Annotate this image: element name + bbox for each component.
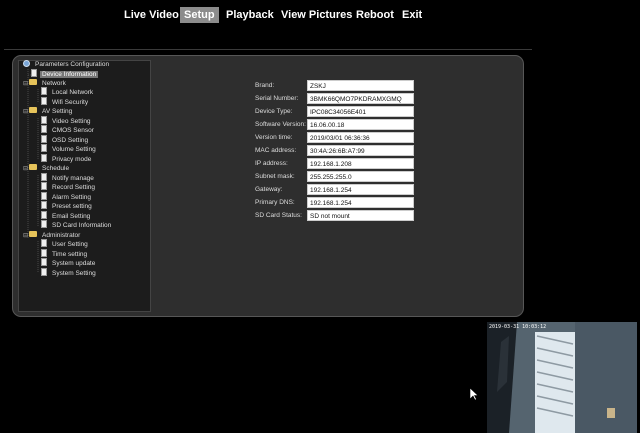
page-icon [41,192,47,201]
page-icon [41,239,47,248]
page-icon [41,154,47,163]
page-icon [41,144,47,153]
tree-folder-av-setting[interactable]: ⊟ AV Setting [23,107,74,117]
page-icon [41,97,47,106]
subnet-mask-field: 255.255.255.0 [307,171,414,182]
mouse-cursor-icon [470,388,479,401]
primary-dns-field: 192.168.1.254 [307,197,414,208]
page-icon [41,211,47,220]
nav-exit[interactable]: Exit [398,7,426,23]
info-label: SD Card Status: [255,212,302,219]
info-label: Device Type: [255,108,293,115]
header-divider [4,49,532,50]
info-label: Software Version: [255,121,306,128]
page-icon [41,249,47,258]
software-version-field: 16.06.00.18 [307,119,414,130]
tree-item-system-update[interactable]: System update [41,258,97,269]
tree-item-user-setting[interactable]: User Setting [41,239,90,250]
nav-view-pictures[interactable]: View Pictures [277,7,356,23]
page-icon [41,201,47,210]
info-label: IP address: [255,160,288,167]
page-icon [31,69,37,78]
tree-item-cmos-sensor[interactable]: CMOS Sensor [41,125,96,136]
folder-icon [29,79,37,86]
preview-timestamp: 2019-03-31 10:03:12 [489,324,547,330]
device-type-field: IPC08C34056E401 [307,106,414,117]
top-navigation: Live Video Setup Playback View Pictures … [0,0,640,30]
camera-preview[interactable]: 2019-03-31 10:03:12 [487,322,637,433]
page-icon [41,258,47,267]
ip-address-field: 192.168.1.208 [307,158,414,169]
tree-item-local-network[interactable]: Local Network [41,87,95,98]
info-label: Version time: [255,134,293,141]
brand-field: ZSKJ [307,80,414,91]
nav-setup[interactable]: Setup [180,7,219,23]
folder-icon [29,231,37,238]
tree-item-system-setting[interactable]: System Setting [41,268,98,279]
tree-item-sd-card-information[interactable]: SD Card Information [41,220,113,231]
info-label: Serial Number: [255,95,299,102]
page-icon [41,116,47,125]
page-icon [41,268,47,277]
folder-icon [29,164,37,171]
page-icon [41,173,47,182]
version-time-field: 2019/03/01 06:36:36 [307,132,414,143]
info-label: MAC address: [255,147,297,154]
sd-card-status-field: SD not mount [307,210,414,221]
info-label: Subnet mask: [255,173,295,180]
tree-folder-schedule[interactable]: ⊟ Schedule [23,164,71,174]
info-label: Primary DNS: [255,199,295,206]
nav-playback[interactable]: Playback [222,7,278,23]
info-label: Gateway: [255,186,283,193]
page-icon [41,135,47,144]
info-label: Brand: [255,82,275,89]
config-gear-icon [23,59,30,67]
page-icon [41,87,47,96]
tree-item-record-setting[interactable]: Record Setting [41,182,97,193]
serial-number-field: 3BMK66QMO7PKDRAMXGMQ [307,93,414,104]
nav-reboot[interactable]: Reboot [352,7,398,23]
mac-address-field: 30:4A:26:6B:A7:99 [307,145,414,156]
tree-item-preset-setting[interactable]: Preset setting [41,201,94,212]
camera-scene-image [487,322,637,433]
page-icon [41,220,47,229]
page-icon [41,182,47,191]
folder-icon [29,107,37,114]
page-icon [41,125,47,134]
gateway-field: 192.168.1.254 [307,184,414,195]
tree-item-volume-setting[interactable]: Volume Setting [41,144,98,155]
nav-live-video[interactable]: Live Video [120,7,183,23]
settings-tree: Parameters Configuration Device Informat… [18,59,151,312]
